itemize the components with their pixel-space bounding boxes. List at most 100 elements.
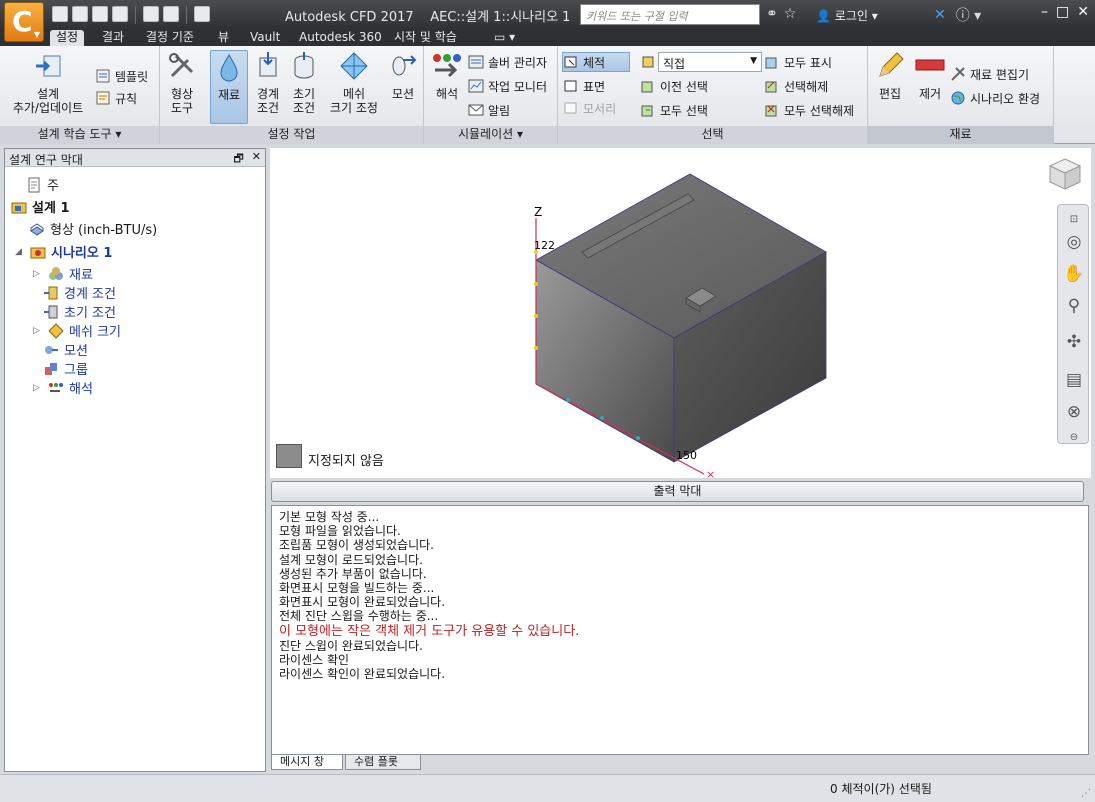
group-label-simulation[interactable]: 시뮬레이션 ▾ — [424, 126, 557, 144]
save-icon[interactable] — [92, 6, 108, 22]
maximize-icon[interactable]: □ — [1056, 4, 1069, 20]
view-cube-icon[interactable] — [163, 6, 179, 22]
customize-icon[interactable] — [194, 6, 210, 22]
close-icon[interactable]: ✕ — [1077, 4, 1089, 20]
stop-icon[interactable]: ⊗ — [1063, 401, 1085, 423]
application-menu-button[interactable]: C ▼ — [4, 2, 44, 42]
output-message-window[interactable]: 기본 모형 작성 중... 모형 파일을 읽었습니다. 조립품 모형이 생성되었… — [271, 505, 1089, 755]
edge-select-button[interactable]: 모서리 — [563, 98, 616, 118]
orbit-icon[interactable]: ✣ — [1063, 331, 1085, 353]
initial-conditions-icon — [294, 52, 314, 79]
star-icon[interactable]: ☆ — [784, 6, 797, 22]
float-panel-icon[interactable]: 🗗 — [233, 150, 243, 169]
show-all-button[interactable]: 모두 표시 — [764, 52, 832, 72]
expand-icon[interactable]: ▷ — [33, 269, 43, 279]
solver-manager-button[interactable]: 솔버 관리자 — [468, 52, 547, 72]
tab-view[interactable]: 뷰 — [212, 30, 235, 46]
tree-label: 모션 — [64, 344, 88, 359]
tab-message-window[interactable]: 메시지 창 — [271, 755, 343, 770]
ribbon-options-icon[interactable]: ▭ ▾ — [488, 30, 521, 46]
close-nav-icon[interactable]: ⊡ — [1063, 209, 1085, 231]
close-panel-icon[interactable]: ✕ — [252, 150, 261, 169]
tab-convergence-plot[interactable]: 수렴 플롯 — [345, 755, 421, 770]
save-as-icon[interactable] — [112, 6, 128, 22]
solver-manager-label: 솔버 관리자 — [488, 55, 548, 70]
collapse-icon[interactable]: ◢ — [15, 247, 25, 257]
tab-autodesk-360[interactable]: Autodesk 360 — [293, 30, 388, 46]
select-icon[interactable] — [143, 6, 159, 22]
scenario-environment-button[interactable]: 시나리오 환경 — [950, 88, 1040, 108]
expand-icon[interactable]: ▷ — [33, 383, 43, 393]
deselect-button[interactable]: 선택해제 — [764, 76, 828, 96]
group-label-design-study-tools[interactable]: 설계 학습 도구 ▾ — [0, 126, 159, 144]
look-at-icon[interactable]: ▤ — [1063, 369, 1085, 391]
tree-item-materials[interactable]: ▷ 재료 — [33, 264, 93, 283]
tree-item-design-1[interactable]: 설계 1 — [11, 197, 70, 216]
surface-select-button[interactable]: 표면 — [563, 76, 605, 96]
motion-button[interactable]: 모션 — [386, 50, 420, 101]
selection-mode-dropdown[interactable]: 직접 ▼ — [658, 52, 762, 72]
material-editor-button[interactable]: 재료 편집기 — [950, 64, 1029, 84]
zoom-icon[interactable]: ⚲ — [1063, 295, 1085, 317]
mesh-sizing-button[interactable]: 메쉬 크기 조정 — [326, 50, 382, 115]
graphics-viewport[interactable]: Z 122 150 × ⊡ ◎ ✋ ⚲ ✣ ▤ ⊗ ⊖ 지정되지 않음 — [270, 148, 1091, 478]
output-message: 조립품 모형이 생성되었습니다. — [279, 538, 434, 553]
tab-setup[interactable]: 설정 — [50, 30, 85, 46]
materials-button[interactable]: 재료 — [210, 50, 248, 124]
output-message: 기본 모형 작성 중... — [279, 510, 380, 524]
search-input[interactable]: 키워드 또는 구절 입력 — [580, 4, 760, 25]
tree-item-mesh-size[interactable]: ▷ 메쉬 크기 — [33, 321, 121, 340]
steering-wheel-icon[interactable]: ◎ — [1063, 231, 1085, 253]
rules-button[interactable]: 규칙 — [95, 88, 137, 108]
pan-hand-icon[interactable]: ✋ — [1063, 263, 1085, 285]
expand-icon[interactable]: ▷ — [33, 326, 43, 336]
resize-grip-icon[interactable]: ⋰ — [1081, 788, 1091, 799]
tab-decision-center[interactable]: 결정 기준 — [140, 30, 200, 46]
tree-item-groups[interactable]: 그룹 — [43, 359, 88, 378]
exchange-icon[interactable]: ✕ — [934, 7, 946, 23]
tree-item-notes[interactable]: 주 — [11, 175, 59, 194]
template-button[interactable]: 템플릿 — [95, 66, 148, 86]
design-study-tools-label: 설계 학습 도구 — [37, 127, 112, 141]
binoculars-icon[interactable]: ⚭ — [766, 6, 778, 22]
tree-item-motion[interactable]: 모션 — [43, 340, 88, 359]
tab-getting-started[interactable]: 시작 및 학습 — [388, 30, 463, 46]
tree-item-geometry[interactable]: 형상 (inch-BTU/s) — [29, 219, 157, 238]
select-all-button[interactable]: 모두 선택 — [640, 100, 708, 120]
output-message: 화면표시 모형을 빌드하는 중... — [279, 581, 435, 596]
notify-button[interactable]: 알림 — [468, 100, 510, 120]
geometry-tools-button[interactable]: 형상 도구 — [164, 50, 200, 115]
tree-label: 형상 (inch-BTU/s) — [50, 223, 158, 238]
solve-button[interactable]: 해석 — [428, 50, 466, 101]
edit-material-button[interactable]: 편집 — [872, 50, 908, 101]
job-monitor-button[interactable]: 작업 모니터 — [468, 76, 547, 96]
deselect-all-button[interactable]: 모두 선택해제 — [764, 100, 854, 120]
open-icon[interactable] — [72, 6, 88, 22]
output-bar-toggle[interactable]: 출력 막대 — [271, 481, 1084, 502]
previous-selection-button[interactable]: 이전 선택 — [640, 76, 708, 96]
nav-options-icon[interactable]: ⊖ — [1063, 427, 1085, 449]
remove-material-button[interactable]: 제거 — [912, 50, 948, 101]
model-box[interactable] — [535, 173, 827, 463]
output-warning-message: 이 모형에는 작은 객체 제거 도구가 유용할 수 있습니다. — [279, 623, 580, 639]
tab-results[interactable]: 결과 — [96, 30, 130, 46]
add-update-design-button[interactable]: 설계 추가/업데이트 — [8, 50, 88, 115]
tree-item-solve[interactable]: ▷ 해석 — [33, 378, 93, 397]
view-cube-icon[interactable] — [1047, 156, 1083, 192]
tree-item-boundary-conditions[interactable]: 경계 조건 — [43, 283, 116, 302]
volume-select-button[interactable]: 체적 — [562, 52, 630, 72]
boundary-conditions-button[interactable]: 경계 조건 — [252, 50, 284, 115]
model-canvas[interactable]: Z 122 150 × — [270, 148, 1091, 478]
select-all-icon — [641, 105, 653, 117]
tab-vault[interactable]: Vault — [244, 30, 286, 46]
new-icon[interactable] — [52, 6, 68, 22]
tree-item-initial-conditions[interactable]: 초기 조건 — [43, 302, 116, 321]
groups-icon — [45, 362, 57, 375]
solve-label: 해석 — [435, 87, 459, 101]
initial-conditions-button[interactable]: 초기 조건 — [288, 50, 320, 115]
login-button[interactable]: 👤 로그인 ▾ — [816, 7, 878, 24]
tree-item-scenario-1[interactable]: ◢ 시나리오 1 — [15, 242, 112, 261]
select-all-label: 모두 선택 — [660, 103, 708, 118]
minimize-icon[interactable]: – — [1041, 4, 1048, 20]
help-icon[interactable]: ⓘ ▾ — [956, 5, 981, 25]
